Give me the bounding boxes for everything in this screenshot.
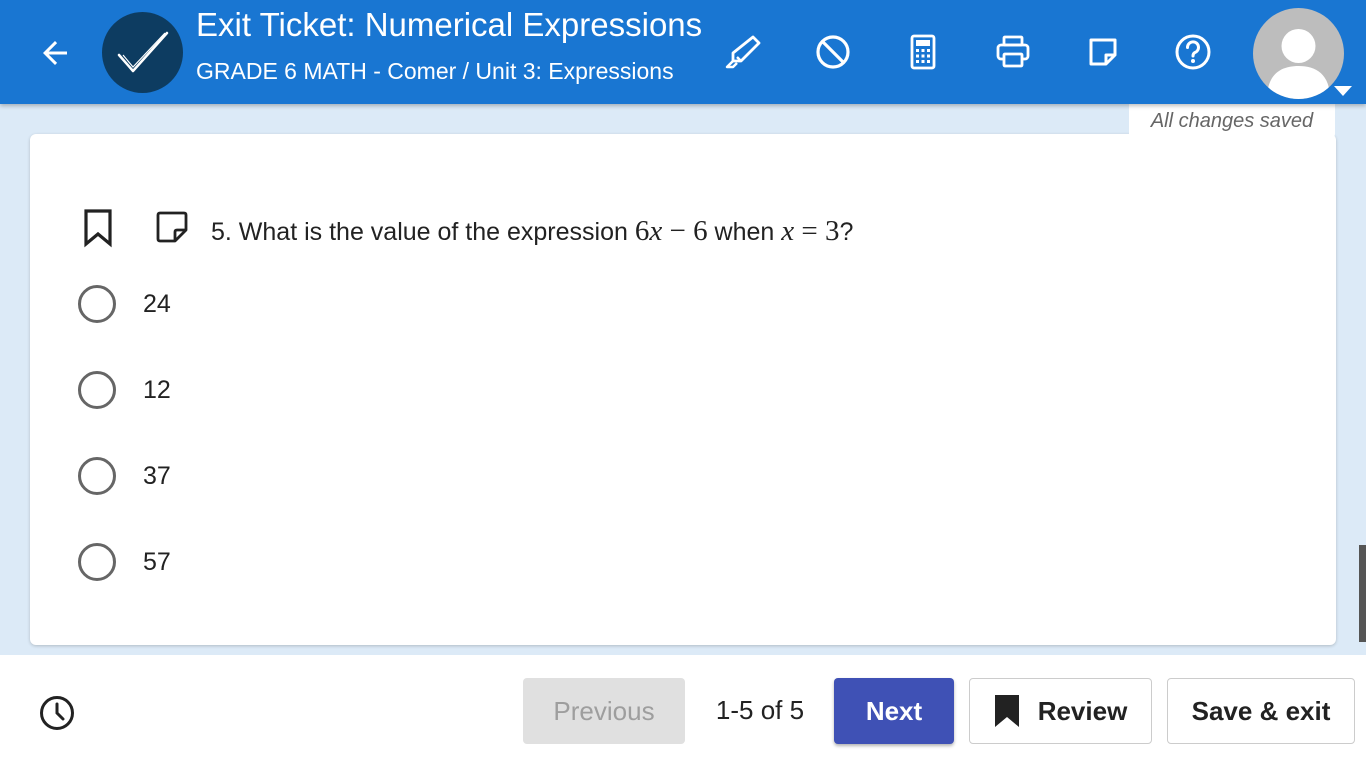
app-header: Exit Ticket: Numerical Expressions GRADE… <box>0 0 1366 104</box>
printer-icon <box>996 35 1030 68</box>
user-avatar[interactable] <box>1253 8 1344 99</box>
review-label: Review <box>1037 695 1128 726</box>
question-suffix: ? <box>839 218 854 246</box>
course-breadcrumb: GRADE 6 MATH - Comer / Unit 3: Expressio… <box>196 58 674 84</box>
no-symbol-icon <box>816 35 850 69</box>
cond-value: 3 <box>825 215 840 247</box>
bookmark-question-button[interactable] <box>82 208 114 248</box>
question-prefix: 5. What is the value of the expression <box>211 218 628 246</box>
option-label: 57 <box>143 547 171 576</box>
help-icon <box>1175 34 1211 70</box>
question-text: 5. What is the value of the expression 6… <box>211 212 853 251</box>
next-button[interactable]: Next <box>834 678 954 744</box>
previous-button[interactable]: Previous <box>523 678 685 744</box>
answer-option-c[interactable]: 37 <box>78 456 171 496</box>
expr-operator: − <box>669 215 686 247</box>
expr-constant: 6 <box>693 215 708 247</box>
sticky-note-icon <box>1089 38 1117 66</box>
print-button[interactable] <box>991 30 1035 74</box>
page-count: 1-5 of 5 <box>715 695 805 725</box>
timer-button[interactable] <box>38 694 76 732</box>
notepad-button[interactable] <box>1081 30 1125 74</box>
save-exit-button[interactable]: Save & exit <box>1167 678 1355 744</box>
person-silhouette-icon <box>1267 29 1330 99</box>
bookmark-outline-icon <box>84 209 112 248</box>
answer-option-b[interactable]: 12 <box>78 370 171 410</box>
cond-variable: x <box>781 215 795 247</box>
radio-button[interactable] <box>78 457 116 495</box>
option-label: 24 <box>143 289 171 318</box>
review-button[interactable]: Review <box>969 678 1152 744</box>
radio-button[interactable] <box>78 285 116 323</box>
cond-equals: = <box>801 215 818 247</box>
account-menu-caret[interactable] <box>1334 86 1352 96</box>
line-reader-button[interactable] <box>811 30 855 74</box>
question-card <box>30 134 1336 645</box>
radio-button[interactable] <box>78 543 116 581</box>
answer-option-d[interactable]: 57 <box>78 542 171 582</box>
calculator-icon <box>910 34 936 70</box>
question-when: when <box>714 218 775 246</box>
help-button[interactable] <box>1171 30 1215 74</box>
arrow-left-icon <box>43 41 67 65</box>
option-label: 37 <box>143 461 171 490</box>
highlighter-button[interactable] <box>720 30 764 74</box>
save-status: All changes saved <box>1129 104 1335 138</box>
answer-option-a[interactable]: 24 <box>78 284 171 324</box>
bookmark-filled-icon <box>994 695 1019 727</box>
condition: x = 3 <box>781 215 839 247</box>
radio-button[interactable] <box>78 371 116 409</box>
scrollbar[interactable] <box>1359 545 1366 642</box>
checkmark-icon <box>117 31 168 72</box>
back-button[interactable] <box>34 32 76 74</box>
assignment-status-icon <box>102 12 183 93</box>
highlighter-icon <box>725 35 761 69</box>
expr-coefficient: 6 <box>634 215 650 247</box>
calculator-button[interactable] <box>901 30 945 74</box>
question-note-button[interactable] <box>155 210 189 244</box>
assignment-title: Exit Ticket: Numerical Expressions <box>196 6 703 43</box>
clock-icon <box>40 696 74 730</box>
expr-variable: x <box>649 215 663 247</box>
sticky-note-icon <box>156 211 188 243</box>
expression: 6x − 6 <box>635 215 708 247</box>
option-label: 12 <box>143 375 171 404</box>
